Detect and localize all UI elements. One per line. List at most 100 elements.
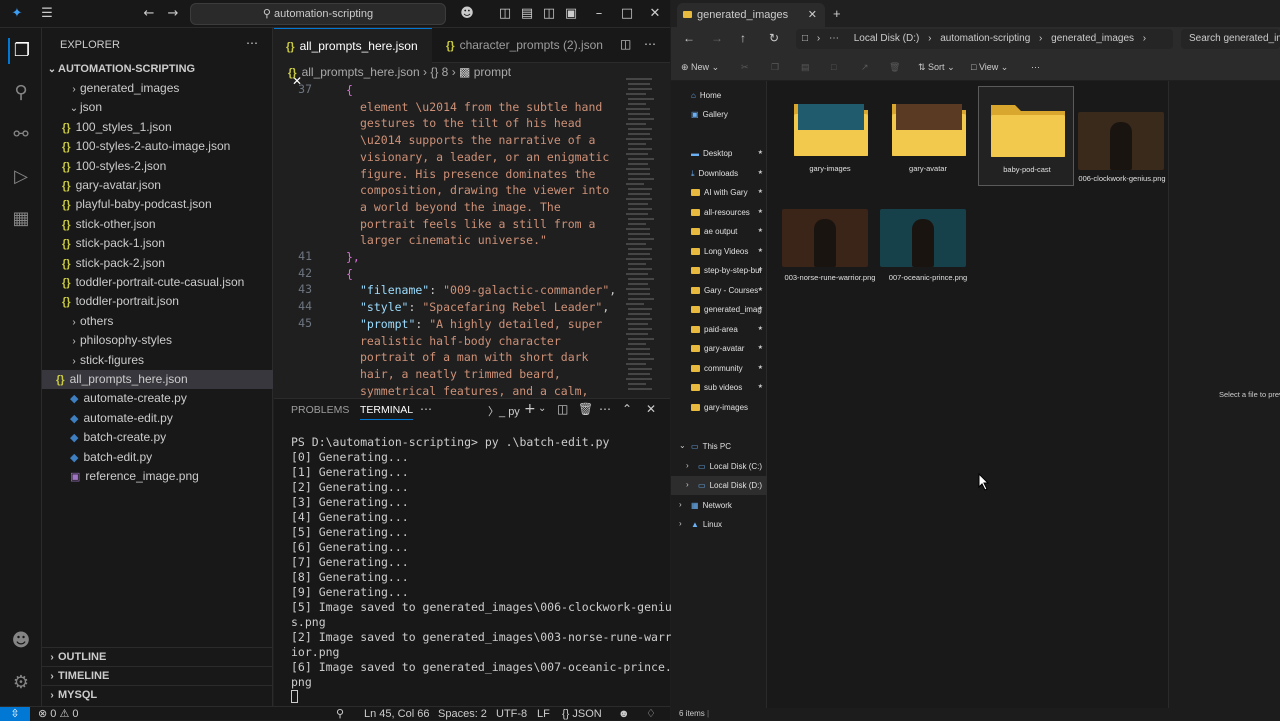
editor-more-icon[interactable]: ⋯ xyxy=(644,37,656,51)
address-segment[interactable]: automation-scripting xyxy=(940,33,1030,44)
folder-item[interactable]: gary-images xyxy=(782,86,878,186)
nav-item[interactable]: ▦ Network xyxy=(671,496,767,515)
nav-item[interactable]: ▣ Gallery xyxy=(671,105,767,124)
outline-section[interactable]: › OUTLINE xyxy=(42,647,273,666)
customize-layout-icon[interactable]: ▣ xyxy=(562,5,580,23)
timeline-section[interactable]: › TIMELINE xyxy=(42,666,273,685)
problems-status[interactable]: ⊗ 0 ⚠ 0 xyxy=(38,707,79,721)
split-terminal-icon[interactable]: ◫ xyxy=(557,402,568,416)
nav-item[interactable]: generated_imag ★ xyxy=(671,300,767,319)
image-item[interactable]: 007-oceanic-prince.png xyxy=(880,201,976,301)
tree-file[interactable]: ◆ automate-create.py xyxy=(42,389,273,408)
copilot-icon[interactable]: ☻ xyxy=(458,5,476,23)
accounts-icon[interactable]: ☻ xyxy=(8,628,34,654)
rename-icon[interactable]: □ xyxy=(831,53,836,81)
folder-item[interactable]: gary-avatar xyxy=(880,86,976,186)
address-segment[interactable]: generated_images xyxy=(1051,33,1134,44)
source-control-icon[interactable]: ⚯ xyxy=(8,122,34,148)
tree-folder[interactable]: › philosophy-styles xyxy=(42,331,273,350)
back-arrow-icon[interactable]: ← xyxy=(140,5,158,23)
tree-file[interactable]: {} 100-styles-2.json xyxy=(42,157,273,176)
address-segment[interactable]: Local Disk (D:) xyxy=(854,33,920,44)
paste-icon[interactable]: ▤ xyxy=(801,53,810,81)
explorer-files-icon[interactable]: ❐ xyxy=(8,38,34,64)
nav-item[interactable]: ▬ Desktop ★ xyxy=(671,144,767,163)
layout-icon[interactable]: ◫ xyxy=(540,5,558,23)
maximize-icon[interactable]: □ xyxy=(618,5,636,23)
address-bar[interactable]: □ › ⋯ Local Disk (D:) › automation-scrip… xyxy=(796,29,1173,49)
mysql-section[interactable]: › MYSQL xyxy=(42,685,273,704)
indentation-status[interactable]: Spaces: 2 xyxy=(438,707,487,721)
image-item[interactable]: 003-norse-rune-warrior.png xyxy=(782,201,878,301)
nav-item[interactable]: ae output ★ xyxy=(671,222,767,241)
sort-button[interactable]: ⇅ Sort ⌄ xyxy=(918,53,955,81)
nav-item[interactable]: Gary - Courses ★ xyxy=(671,281,767,300)
tree-file[interactable]: {} stick-pack-1.json xyxy=(42,234,273,253)
tab-all-prompts[interactable]: {} all_prompts_here.json ✕ xyxy=(274,28,432,88)
zoom-icon[interactable]: ⚲ xyxy=(336,707,344,721)
tab-problems[interactable]: PROBLEMS xyxy=(291,404,349,416)
back-arrow-icon[interactable]: ← xyxy=(683,31,695,45)
close-window-icon[interactable]: ✕ xyxy=(646,5,664,23)
new-terminal-icon[interactable]: + xyxy=(524,401,536,417)
new-tab-icon[interactable]: + xyxy=(833,6,841,21)
nav-item[interactable]: all-resources ★ xyxy=(671,203,767,222)
tree-file[interactable]: {} stick-other.json xyxy=(42,215,273,234)
terminal-dropdown-icon[interactable]: ⌄ xyxy=(538,403,546,414)
tree-file[interactable]: ▣ reference_image.png xyxy=(42,467,273,486)
nav-item[interactable]: step-by-step-bui ★ xyxy=(671,261,767,280)
terminal-more-icon[interactable]: ⋯ xyxy=(599,402,611,416)
tree-file[interactable]: ◆ batch-create.py xyxy=(42,428,273,447)
tree-file[interactable]: {} gary-avatar.json xyxy=(42,176,273,195)
settings-gear-icon[interactable]: ⚙ xyxy=(8,670,34,696)
image-item[interactable]: 006-clockwork-genius.png xyxy=(1074,86,1170,186)
chevron-right-icon[interactable]: › xyxy=(686,480,689,489)
delete-icon[interactable]: 🗑 xyxy=(889,53,900,81)
search-box[interactable]: Search generated_images xyxy=(1181,29,1280,49)
folder-item[interactable]: baby-pod-cast xyxy=(978,86,1074,186)
nav-item[interactable]: ⌂ Home xyxy=(671,86,767,105)
workspace-root[interactable]: ⌄ AUTOMATION-SCRIPTING xyxy=(42,60,273,79)
nav-item[interactable]: AI with Gary ★ xyxy=(671,183,767,202)
close-tab-icon[interactable]: ✕ xyxy=(808,3,817,27)
minimize-icon[interactable]: – xyxy=(590,5,608,23)
new-button[interactable]: ⊕ New ⌄ xyxy=(681,53,719,81)
copilot-status-icon[interactable]: ☻ xyxy=(618,707,630,721)
cut-icon[interactable]: ✂ xyxy=(741,53,749,81)
extensions-icon[interactable]: ▦ xyxy=(8,206,34,232)
up-arrow-icon[interactable]: ↑ xyxy=(740,31,746,45)
tree-file[interactable]: {} all_prompts_here.json xyxy=(42,370,273,389)
tab-character-prompts[interactable]: {} character_prompts (2).json xyxy=(434,28,604,63)
chevron-right-icon[interactable]: › xyxy=(686,461,689,470)
tree-folder[interactable]: › generated_images xyxy=(42,79,273,98)
nav-item[interactable]: gary-avatar ★ xyxy=(671,339,767,358)
tree-file[interactable]: {} 100_styles_1.json xyxy=(42,118,273,137)
nav-item[interactable]: gary-images xyxy=(671,398,767,417)
split-editor-icon[interactable]: ◫ xyxy=(620,37,631,51)
share-icon[interactable]: ↗ xyxy=(861,53,869,81)
breadcrumb-file[interactable]: all_prompts_here.json xyxy=(302,65,420,79)
menu-icon[interactable]: ☰ xyxy=(38,5,56,23)
close-panel-icon[interactable]: ✕ xyxy=(646,402,656,416)
chevron-right-icon[interactable]: › xyxy=(679,500,682,509)
chevron-right-icon[interactable]: › xyxy=(679,519,682,528)
cursor-position[interactable]: Ln 45, Col 66 xyxy=(364,707,429,721)
more-actions-icon[interactable]: ⋯ xyxy=(246,36,258,50)
remote-indicator-icon[interactable]: ⇳ xyxy=(0,707,30,721)
tree-file[interactable]: {} toddler-portrait-cute-casual.json xyxy=(42,273,273,292)
forward-arrow-icon[interactable]: → xyxy=(711,31,723,45)
breadcrumb-leaf[interactable]: prompt xyxy=(474,65,511,79)
minimap[interactable] xyxy=(626,78,656,394)
tree-file[interactable]: ◆ batch-edit.py xyxy=(42,448,273,467)
panel-more-icon[interactable]: ⋯ xyxy=(420,402,432,416)
command-center-search[interactable]: ⚲ automation-scripting xyxy=(190,3,446,25)
eol-status[interactable]: LF xyxy=(537,707,550,721)
search-icon[interactable]: ⚲ xyxy=(8,80,34,106)
toggle-sidebar-icon[interactable]: ◫ xyxy=(496,5,514,23)
nav-item[interactable]: community ★ xyxy=(671,359,767,378)
nav-item[interactable]: paid-area ★ xyxy=(671,320,767,339)
terminal-shell-selector[interactable]: 〉_ py xyxy=(488,403,520,419)
kill-terminal-icon[interactable]: 🗑 xyxy=(578,402,593,416)
nav-item[interactable]: ⤓ Downloads ★ xyxy=(671,164,767,183)
view-button[interactable]: □ View ⌄ xyxy=(971,53,1008,81)
